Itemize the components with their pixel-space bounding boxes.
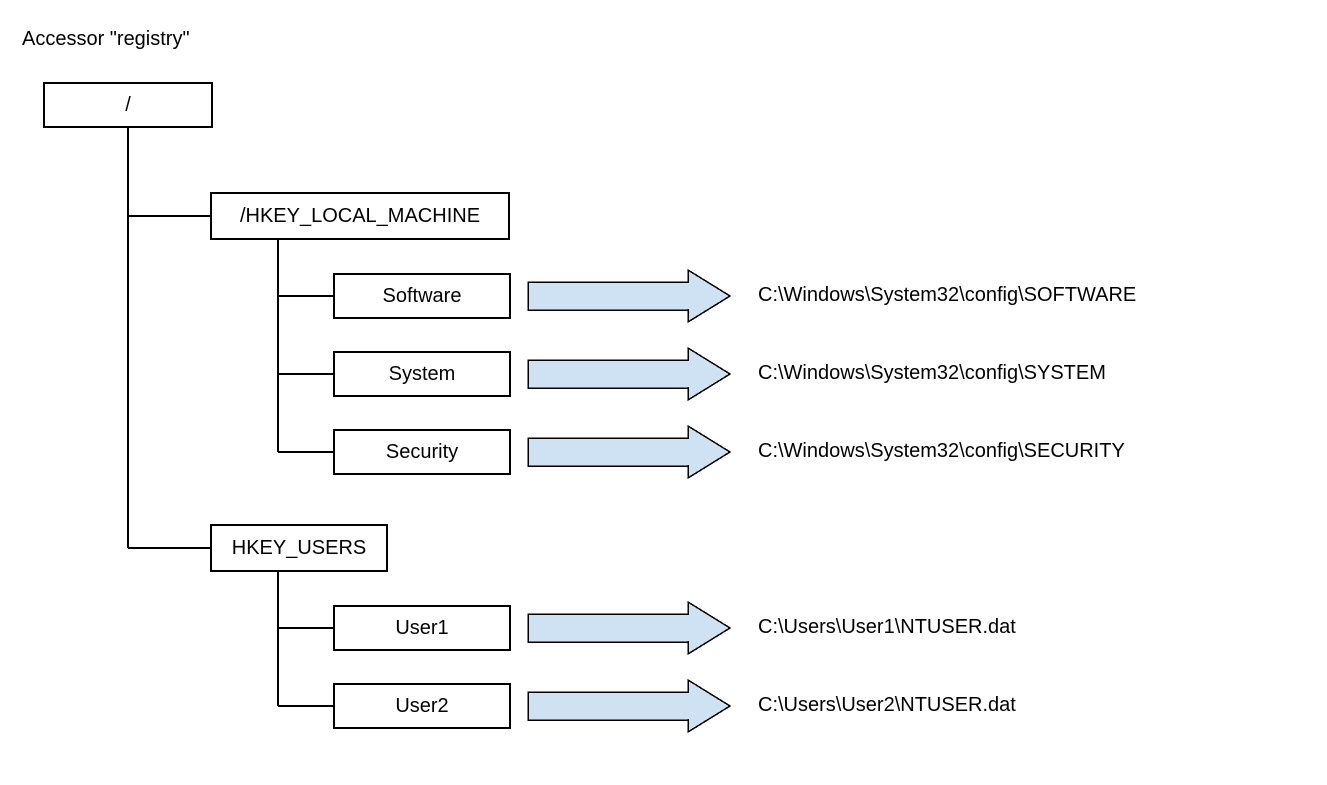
arrow-icon bbox=[527, 679, 732, 733]
diagram-canvas: Accessor "registry" / /HKEY_LOCAL_MACHIN… bbox=[0, 0, 1327, 785]
target-path: C:\Users\User2\NTUSER.dat bbox=[758, 694, 1016, 717]
hive-hklm: /HKEY_LOCAL_MACHINE bbox=[210, 192, 510, 240]
target-path: C:\Windows\System32\config\SECURITY bbox=[758, 440, 1125, 463]
hive-hklm-label: /HKEY_LOCAL_MACHINE bbox=[240, 205, 480, 228]
node-software: Software bbox=[333, 273, 511, 319]
node-user2-label: User2 bbox=[395, 695, 448, 718]
node-system: System bbox=[333, 351, 511, 397]
node-user1-label: User1 bbox=[395, 617, 448, 640]
node-system-label: System bbox=[389, 363, 456, 386]
hive-hkey-users-label: HKEY_USERS bbox=[232, 537, 367, 560]
diagram-title: Accessor "registry" bbox=[22, 28, 190, 51]
node-user2: User2 bbox=[333, 683, 511, 729]
arrow-icon bbox=[527, 347, 732, 401]
hive-hkey-users: HKEY_USERS bbox=[210, 524, 388, 572]
node-security-label: Security bbox=[386, 441, 458, 464]
target-path: C:\Windows\System32\config\SYSTEM bbox=[758, 362, 1106, 385]
node-software-label: Software bbox=[383, 285, 462, 308]
arrow-icon bbox=[527, 425, 732, 479]
target-path: C:\Users\User1\NTUSER.dat bbox=[758, 616, 1016, 639]
node-user1: User1 bbox=[333, 605, 511, 651]
arrow-icon bbox=[527, 601, 732, 655]
node-security: Security bbox=[333, 429, 511, 475]
root-label: / bbox=[125, 94, 131, 117]
target-path: C:\Windows\System32\config\SOFTWARE bbox=[758, 284, 1136, 307]
root-node: / bbox=[43, 82, 213, 128]
arrow-icon bbox=[527, 269, 732, 323]
